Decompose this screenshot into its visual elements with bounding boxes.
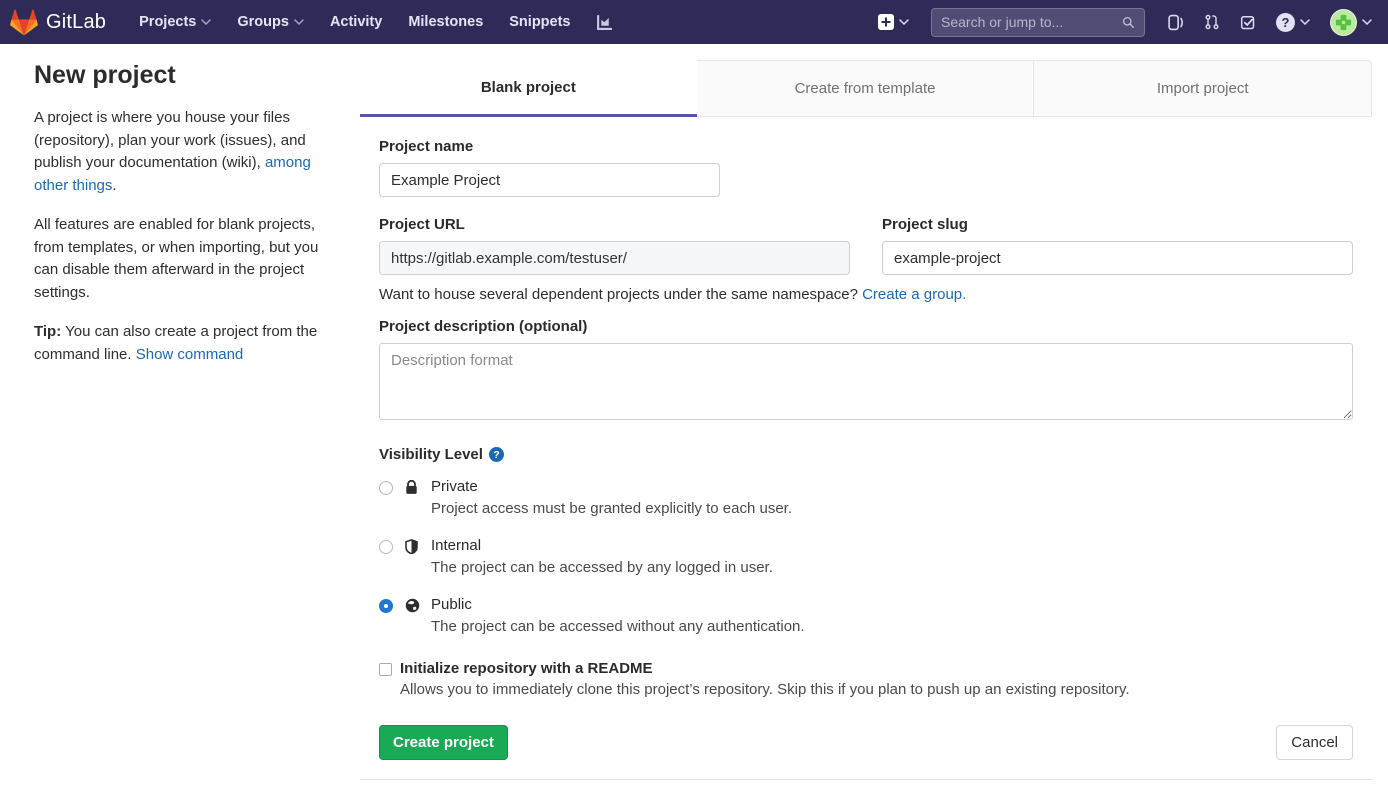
nav-item-activity[interactable]: Activity [319,0,393,44]
visibility-option-description: Project access must be granted explicitl… [431,498,792,520]
create-group-link[interactable]: Create a group. [862,286,966,303]
search-input[interactable] [941,14,1122,30]
project-url-label: Project URL [379,216,850,233]
new-project-form: Project name Project URL Project slug Wa… [360,117,1372,760]
shield-icon [405,539,420,554]
create-project-button[interactable]: Create project [379,725,508,760]
readme-label: Initialize repository with a README [400,660,1130,677]
project-description-label: Project description (optional) [379,318,1353,335]
private-radio[interactable] [379,481,393,495]
merge-requests-button[interactable] [1194,0,1230,44]
charts-nav-icon[interactable] [586,0,623,44]
issues-icon [1167,14,1184,31]
chart-icon [596,14,613,31]
avatar [1330,9,1357,36]
plus-icon [878,14,894,30]
issues-button[interactable] [1157,0,1194,44]
new-project-panel: Blank project Create from template Impor… [360,60,1372,780]
features-paragraph: All features are enabled for blank proje… [34,214,340,304]
todos-button[interactable] [1230,0,1266,44]
nav-item-groups[interactable]: Groups [226,0,315,44]
search-icon [1122,15,1135,30]
tab-create-from-template[interactable]: Create from template [697,60,1035,117]
nav-item-label: Activity [330,14,382,30]
internal-radio[interactable] [379,540,393,554]
page-title: New project [34,61,342,90]
public-radio[interactable] [379,599,393,613]
visibility-option-public[interactable]: Public The project can be accessed witho… [379,596,1353,638]
chevron-down-icon [201,19,211,25]
namespace-hint: Want to house several dependent projects… [379,286,1353,303]
project-type-tabs: Blank project Create from template Impor… [360,60,1372,117]
visibility-option-name: Public [431,596,805,613]
gitlab-logo[interactable]: GitLab [10,9,106,36]
chevron-down-icon [1362,19,1372,25]
lock-icon [405,480,420,495]
todos-icon [1240,14,1256,30]
intro-text-end: . [112,177,116,194]
project-name-input[interactable] [379,163,720,197]
project-description-input[interactable] [379,343,1353,420]
visibility-option-internal[interactable]: Internal The project can be accessed by … [379,537,1353,579]
tanuki-icon [10,9,38,36]
brand-name: GitLab [46,11,106,34]
nav-item-label: Groups [237,14,289,30]
readme-description: Allows you to immediately clone this pro… [400,681,1130,698]
cancel-button[interactable]: Cancel [1276,725,1353,760]
visibility-option-name: Internal [431,537,773,554]
project-name-label: Project name [379,138,1353,155]
nav-item-snippets[interactable]: Snippets [498,0,581,44]
top-navbar: GitLab Projects Groups Activity Mileston… [0,0,1388,44]
tip-paragraph: Tip: You can also create a project from … [34,321,340,366]
chevron-down-icon [899,19,909,25]
visibility-option-private[interactable]: Private Project access must be granted e… [379,478,1353,520]
visibility-level-label: Visibility Level [379,446,483,463]
visibility-option-description: The project can be accessed without any … [431,616,805,638]
chevron-down-icon [294,19,304,25]
nav-item-label: Snippets [509,14,570,30]
nav-item-label: Milestones [408,14,483,30]
nav-item-milestones[interactable]: Milestones [397,0,494,44]
project-slug-input[interactable] [882,241,1353,275]
tab-import-project[interactable]: Import project [1034,60,1372,117]
new-project-sidebar: New project A project is where you house… [0,44,360,383]
initialize-readme-option[interactable]: Initialize repository with a README Allo… [379,660,1353,698]
help-menu-button[interactable]: ? [1266,0,1320,44]
readme-checkbox[interactable] [379,663,392,676]
show-command-link[interactable]: Show command [136,346,244,363]
namespace-hint-text: Want to house several dependent projects… [379,286,862,303]
project-url-input[interactable] [379,241,850,275]
project-slug-label: Project slug [882,216,1353,233]
tip-label: Tip: [34,323,61,340]
nav-item-projects[interactable]: Projects [128,0,222,44]
globe-icon [405,598,420,613]
nav-item-label: Projects [139,14,196,30]
visibility-option-description: The project can be accessed by any logge… [431,557,773,579]
help-icon: ? [1276,13,1295,32]
visibility-option-name: Private [431,478,792,495]
new-menu-button[interactable] [868,0,919,44]
visibility-help-icon[interactable]: ? [489,447,504,462]
global-search[interactable] [931,8,1145,37]
tab-blank-project[interactable]: Blank project [360,60,697,117]
user-menu-button[interactable] [1320,0,1372,44]
intro-paragraph: A project is where you house your files … [34,107,340,197]
chevron-down-icon [1300,19,1310,25]
merge-request-icon [1204,14,1220,30]
